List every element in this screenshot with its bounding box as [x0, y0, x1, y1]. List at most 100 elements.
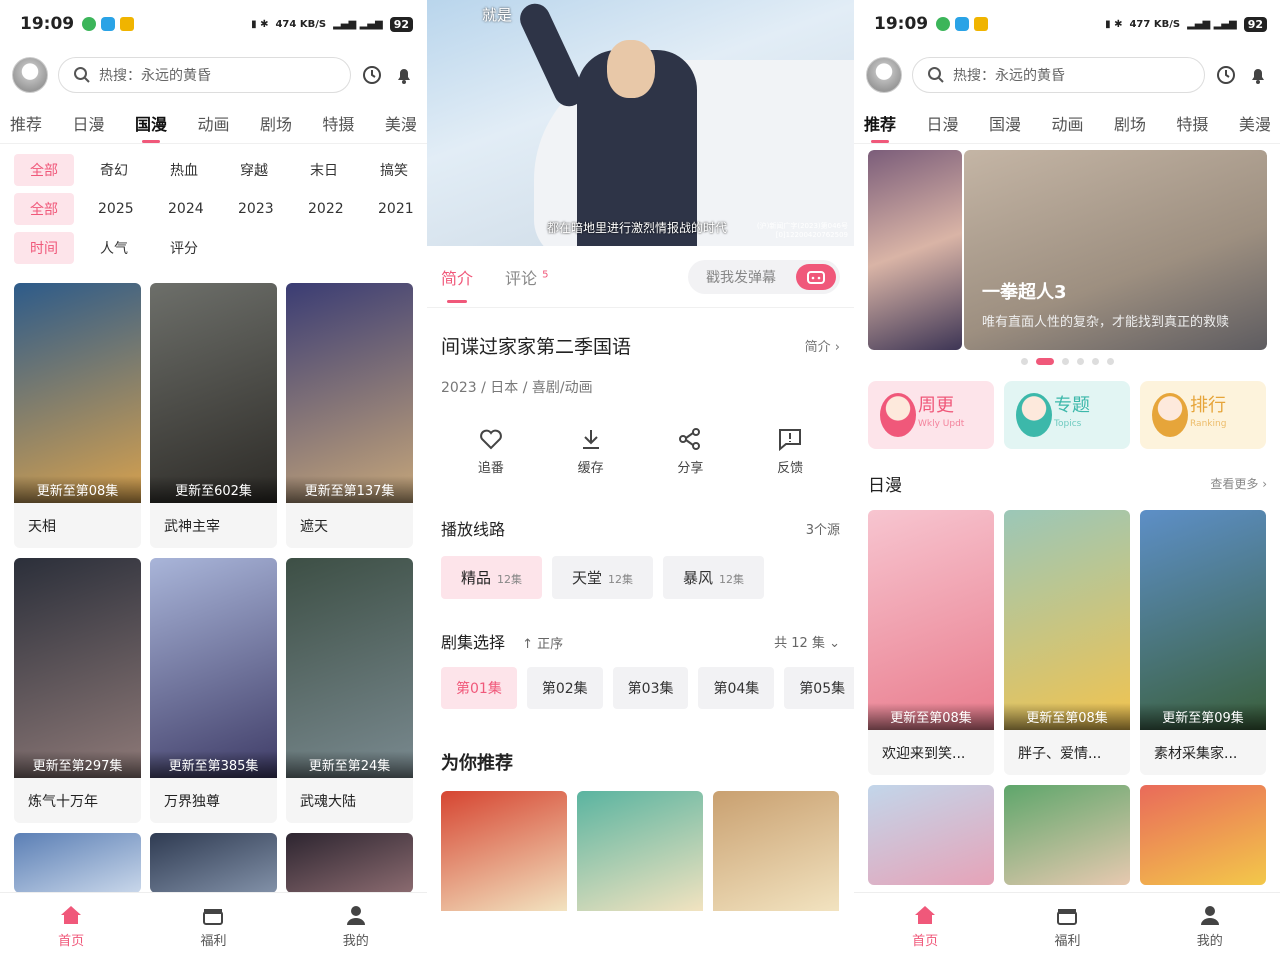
nav-welfare[interactable]: 福利 [1027, 904, 1107, 949]
nav-home[interactable]: 首页 [31, 904, 111, 949]
anime-card[interactable] [868, 785, 994, 885]
avatar[interactable] [12, 57, 48, 93]
anime-title: 万界独尊 [164, 793, 220, 810]
year-chip[interactable]: 2022 [294, 195, 354, 223]
quick-link[interactable]: 排行 Ranking [1140, 381, 1266, 449]
tab-recommend[interactable]: 推荐 [10, 103, 42, 143]
anime-card[interactable]: 更新至第137集 遮天 [286, 283, 413, 548]
anime-card[interactable] [150, 833, 277, 893]
genre-chip[interactable]: 搞笑 [364, 154, 424, 186]
feedback-button[interactable]: 反馈 [755, 427, 825, 476]
anime-card[interactable]: 更新至602集 武神主宰 [150, 283, 277, 548]
banner-carousel[interactable]: 一拳超人3 唯有直面人性的复杂，才能找到真正的救赎 [868, 150, 1267, 350]
episode-button[interactable]: 第03集 [612, 667, 689, 709]
episode-button[interactable]: 第01集 [441, 667, 517, 709]
banner-subtitle: 唯有直面人性的复杂，才能找到真正的救赎 [982, 315, 1230, 330]
tab-tokusatsu[interactable]: 特摄 [322, 103, 354, 143]
tab-animation[interactable]: 动画 [1051, 103, 1083, 143]
sort-chip[interactable]: 评分 [154, 232, 214, 264]
tab-tokusatsu[interactable]: 特摄 [1176, 103, 1208, 143]
cover-image: 更新至第08集 [1004, 510, 1130, 730]
avatar[interactable] [866, 57, 902, 93]
share-button[interactable]: 分享 [655, 427, 725, 476]
episode-button[interactable]: 第04集 [698, 667, 775, 709]
tab-chinese[interactable]: 国漫 [135, 103, 167, 143]
recommend-card[interactable] [577, 791, 703, 911]
episode-button[interactable]: 第02集 [526, 667, 603, 709]
anime-card[interactable]: 更新至第08集 欢迎来到笑... [868, 510, 994, 775]
route-option[interactable]: 暴风 12集 [663, 556, 765, 599]
anime-card[interactable] [1004, 785, 1130, 885]
sort-order-toggle[interactable]: ↑ 正序 [522, 637, 563, 652]
cover-image: 更新至第297集 [14, 558, 141, 778]
year-chip[interactable]: 2024 [154, 195, 214, 223]
banner-title: 一拳超人3 [982, 282, 1067, 303]
tab-theater[interactable]: 剧场 [1114, 103, 1146, 143]
nav-profile[interactable]: 我的 [316, 904, 396, 949]
year-chip[interactable]: 2021 [364, 195, 424, 223]
anime-card[interactable]: 更新至第08集胖子、爱情... [1004, 510, 1130, 775]
tab-animation[interactable]: 动画 [197, 103, 229, 143]
tab-american[interactable]: 美漫 [385, 103, 417, 143]
video-player[interactable]: 就是 都在暗地里进行激烈情报战的时代 (沪)新闻广字(2023)第046号 [0… [427, 0, 854, 246]
recommend-card[interactable] [441, 791, 567, 911]
update-badge: 更新至第385集 [150, 751, 277, 778]
quick-links: 周更 Wkly Updt 专题 Topics 排行 Ranking [854, 381, 1280, 449]
danmu-input[interactable]: 戳我发弹幕 [688, 259, 840, 294]
episodes-total[interactable]: 共 12 集 ⌄ [774, 632, 840, 651]
nav-home[interactable]: 首页 [885, 904, 965, 949]
search-input[interactable]: 热搜：永远的黄昏 [58, 57, 351, 93]
anime-card[interactable] [286, 833, 413, 893]
bell-icon[interactable] [1247, 64, 1269, 86]
anime-card[interactable]: 更新至第09集 素材采集家... [1140, 510, 1266, 775]
genre-chip[interactable]: 全部 [14, 153, 74, 186]
tab-japanese[interactable]: 日漫 [926, 103, 958, 143]
nav-profile[interactable]: 我的 [1170, 904, 1250, 949]
anime-card[interactable] [14, 833, 141, 893]
danmu-icon[interactable] [796, 263, 836, 290]
history-icon[interactable] [1215, 64, 1237, 86]
feedback-icon [777, 427, 803, 451]
route-option[interactable]: 天堂 12集 [552, 556, 654, 599]
route-option[interactable]: 精品 12集 [441, 556, 543, 599]
recommend-card[interactable] [713, 791, 839, 911]
episode-button[interactable]: 第05集 [784, 667, 854, 709]
genre-chip[interactable]: 穿越 [224, 154, 284, 186]
filter-panel: 全部 奇幻 热血 穿越 末日 搞笑 全部 2025 2024 2023 2022… [0, 144, 427, 273]
follow-button[interactable]: 追番 [456, 427, 526, 476]
history-icon[interactable] [361, 64, 383, 86]
tab-comments[interactable]: 评论 5 [505, 265, 548, 289]
anime-title: 胖子、爱情... [1018, 745, 1102, 762]
tab-chinese[interactable]: 国漫 [989, 103, 1021, 143]
year-chip[interactable]: 全部 [14, 192, 74, 225]
tab-theater[interactable]: 剧场 [260, 103, 292, 143]
year-chip[interactable]: 2025 [84, 195, 144, 223]
bell-icon[interactable] [393, 64, 415, 86]
tab-american[interactable]: 美漫 [1239, 103, 1271, 143]
sort-chip[interactable]: 时间 [14, 231, 74, 264]
tab-recommend[interactable]: 推荐 [864, 103, 896, 143]
anime-card[interactable]: 更新至第297集 炼气十万年 [14, 558, 141, 823]
year-chip[interactable]: 2023 [224, 195, 284, 223]
sort-chip[interactable]: 人气 [84, 232, 144, 264]
tab-intro[interactable]: 简介 [441, 265, 473, 303]
gift-icon [201, 904, 225, 926]
anime-title: 武魂大陆 [300, 793, 356, 810]
see-more-link[interactable]: 查看更多 › [1210, 475, 1267, 492]
bottom-nav: 首页 福利 我的 [854, 892, 1280, 960]
nav-welfare[interactable]: 福利 [173, 904, 253, 949]
download-button[interactable]: 缓存 [556, 427, 626, 476]
intro-link[interactable]: 简介 › [805, 336, 840, 355]
anime-card[interactable]: 更新至第08集 天相 [14, 283, 141, 548]
anime-card[interactable] [1140, 785, 1266, 885]
anime-card[interactable]: 更新至第24集 武魂大陆 [286, 558, 413, 823]
screen-category: 19:09 ▮ ✱ 474 KB/S ▂▄▆ ▂▄▆ 92 热搜：永远的黄昏 推… [0, 0, 427, 960]
quick-link[interactable]: 专题 Topics [1004, 381, 1130, 449]
quick-link[interactable]: 周更 Wkly Updt [868, 381, 994, 449]
genre-chip[interactable]: 热血 [154, 154, 214, 186]
tab-japanese[interactable]: 日漫 [72, 103, 104, 143]
search-input[interactable]: 热搜：永远的黄昏 [912, 57, 1205, 93]
genre-chip[interactable]: 奇幻 [84, 154, 144, 186]
anime-card[interactable]: 更新至第385集万界独尊 [150, 558, 277, 823]
genre-chip[interactable]: 末日 [294, 154, 354, 186]
